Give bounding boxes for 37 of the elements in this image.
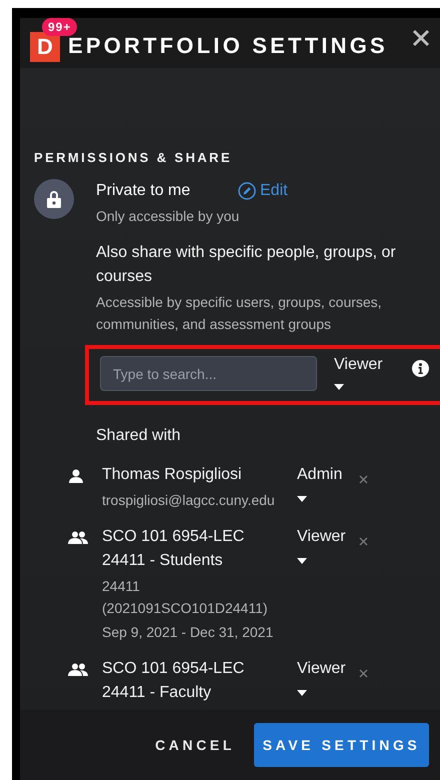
section-heading: PERMISSIONS & SHARE: [34, 150, 234, 165]
entry-name: SCO 101 6954-LEC 24411 - Faculty: [102, 659, 246, 703]
entry-name: Thomas Rospigliosi: [102, 465, 243, 485]
search-field[interactable]: Type to search...: [100, 356, 317, 391]
entry-name: SCO 101 6954-LEC 24411 - Students: [102, 527, 246, 571]
people-icon: [68, 531, 88, 544]
people-icon: [68, 663, 88, 676]
role-dropdown[interactable]: Viewer: [297, 657, 346, 696]
remove-icon[interactable]: [359, 537, 368, 546]
remove-icon[interactable]: [359, 669, 368, 678]
caret-icon: [297, 496, 307, 502]
caret-icon: [334, 384, 344, 390]
share-description: Accessible by specific users, groups, courses, communities, and assessment groups: [96, 293, 383, 334]
cancel-button[interactable]: CANCEL: [155, 727, 235, 763]
entry-detail: trospigliosi@lagcc.cuny.edu: [102, 491, 276, 510]
privacy-title: Private to me: [96, 181, 192, 201]
pencil-icon: [238, 182, 256, 200]
app-logo: D: [30, 32, 60, 62]
info-icon[interactable]: [412, 360, 429, 377]
close-icon[interactable]: [412, 29, 430, 47]
entry-detail: Sep 9, 2021 - Dec 31, 2021: [102, 623, 274, 642]
notification-badge: 99+: [42, 18, 78, 36]
role-dropdown[interactable]: Admin: [297, 463, 342, 502]
person-icon: [68, 469, 84, 483]
dialog-title: EPORTFOLIO SETTINGS: [68, 33, 388, 59]
caret-icon: [297, 690, 307, 696]
edit-link[interactable]: Edit: [238, 182, 288, 200]
remove-icon[interactable]: [359, 475, 368, 484]
role-dropdown[interactable]: Viewer: [334, 354, 383, 390]
save-button[interactable]: SAVE SETTINGS: [254, 723, 429, 767]
privacy-subtitle: Only accessible by you: [96, 207, 240, 226]
share-title: Also share with specific people, groups, or courses: [96, 243, 397, 287]
shared-with-heading: Shared with: [96, 427, 182, 445]
lock-icon: [34, 179, 74, 219]
caret-icon: [297, 558, 307, 564]
entry-detail: 24411 (2021091SCO101D24411): [102, 577, 269, 618]
role-dropdown[interactable]: Viewer: [297, 525, 346, 564]
